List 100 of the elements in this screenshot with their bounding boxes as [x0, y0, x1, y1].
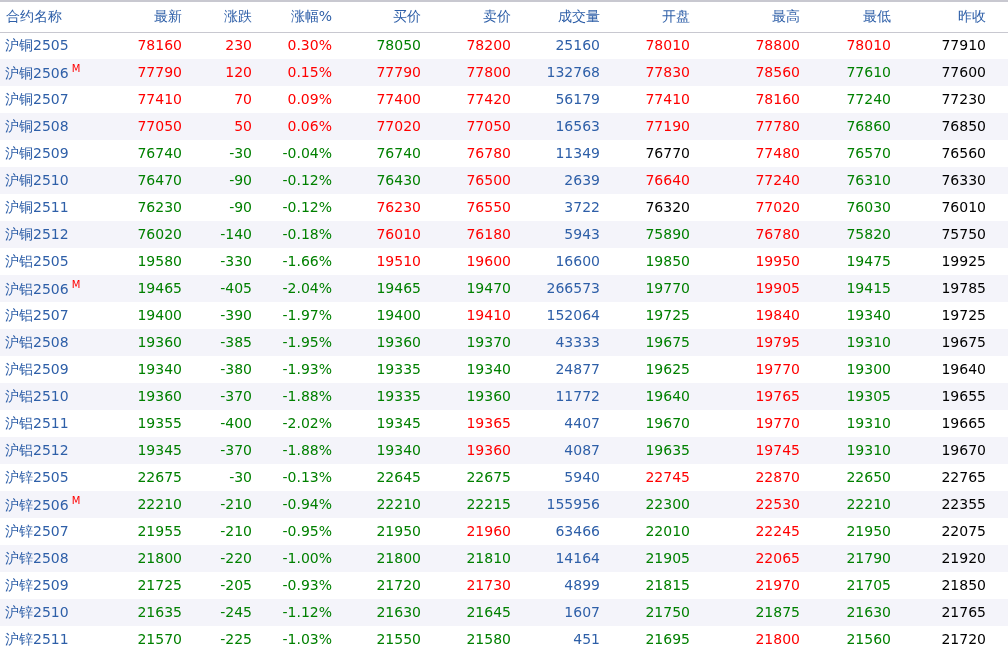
table-cell: 16563: [555, 118, 600, 134]
table-cell: 21705: [846, 577, 891, 593]
table-cell: 132768: [546, 64, 600, 80]
table-cell: 19370: [466, 334, 511, 350]
table-cell: 21955: [137, 523, 182, 539]
table-cell: -1.88%: [282, 388, 332, 404]
table-cell: 78050: [376, 37, 421, 54]
table-cell: 21630: [376, 604, 421, 620]
contract-name[interactable]: 沪锌2507: [5, 523, 69, 539]
table-cell: 21570: [137, 631, 182, 647]
column-header[interactable]: 合约名称: [0, 1, 125, 32]
table-cell: 21800: [755, 631, 800, 647]
table-cell: 63466: [555, 523, 600, 539]
table-cell: 76570: [846, 145, 891, 161]
column-header[interactable]: 涨跌: [188, 1, 258, 32]
table-cell: -1.88%: [282, 442, 332, 458]
table-cell: 22210: [137, 496, 182, 512]
table-cell: 19345: [376, 415, 421, 431]
main-contract-marker: M: [71, 63, 81, 74]
table-cell: 78010: [645, 37, 690, 54]
table-cell: -205: [220, 577, 252, 593]
table-cell: 25160: [555, 37, 600, 54]
contract-name[interactable]: 沪铜2505: [5, 37, 69, 54]
contract-name[interactable]: 沪铜2511: [5, 199, 69, 215]
contract-name[interactable]: 沪铝2505: [5, 253, 69, 269]
column-header[interactable]: 最低: [806, 1, 897, 32]
table-cell: 19655: [941, 388, 986, 404]
table-cell: 77050: [466, 118, 511, 134]
table-cell: -0.12%: [282, 172, 332, 188]
table-cell: 266573: [546, 280, 600, 296]
main-contract-marker: M: [71, 495, 81, 506]
table-cell: -225: [220, 631, 252, 647]
table-cell: -370: [220, 388, 252, 404]
contract-name[interactable]: 沪铝2507: [5, 307, 69, 323]
column-header[interactable]: 昨收: [897, 1, 1008, 32]
table-cell: 0.30%: [287, 37, 332, 54]
table-cell: 1607: [564, 604, 600, 620]
contract-name[interactable]: 沪锌2505: [5, 469, 69, 485]
table-cell: 76860: [846, 118, 891, 134]
table-cell: 5940: [564, 469, 600, 485]
table-cell: 21580: [466, 631, 511, 647]
table-cell: 77790: [376, 64, 421, 80]
table-cell: 76470: [137, 172, 182, 188]
table-cell: 76330: [941, 172, 986, 188]
table-cell: 75750: [941, 226, 986, 242]
table-cell: 21960: [466, 523, 511, 539]
table-cell: 78160: [137, 37, 182, 54]
table-cell: -210: [220, 496, 252, 512]
table-cell: 19360: [466, 442, 511, 458]
table-cell: 19360: [137, 334, 182, 350]
table-cell: -2.02%: [282, 415, 332, 431]
table-cell: 78160: [755, 91, 800, 107]
table-cell: -220: [220, 550, 252, 566]
contract-name[interactable]: 沪锌2509: [5, 577, 69, 593]
table-cell: 22075: [941, 523, 986, 539]
table-cell: 77480: [755, 145, 800, 161]
table-cell: -400: [220, 415, 252, 431]
table-cell: 22650: [846, 469, 891, 485]
table-cell: 11349: [555, 145, 600, 161]
table-cell: 19725: [645, 307, 690, 323]
table-cell: 19465: [376, 280, 421, 296]
table-cell: 76310: [846, 172, 891, 188]
table-cell: 24877: [555, 361, 600, 377]
column-header[interactable]: 成交量: [517, 1, 606, 32]
table-cell: 3722: [564, 199, 600, 215]
table-cell: 77410: [137, 91, 182, 107]
column-header[interactable]: 涨幅%: [258, 1, 338, 32]
contract-name[interactable]: 沪铜2509: [5, 145, 69, 161]
contract-name[interactable]: 沪锌2506: [5, 497, 69, 513]
table-cell: 19665: [941, 415, 986, 431]
table-cell: 21815: [645, 577, 690, 593]
table-cell: 19305: [846, 388, 891, 404]
contract-name[interactable]: 沪铜2506: [5, 65, 69, 81]
table-cell: 19670: [941, 442, 986, 458]
column-header[interactable]: 开盘: [606, 1, 696, 32]
table-cell: -370: [220, 442, 252, 458]
table-cell: 22530: [755, 496, 800, 512]
contract-name[interactable]: 沪铝2511: [5, 415, 69, 431]
column-header[interactable]: 最高: [696, 1, 806, 32]
table-cell: 78010: [846, 37, 891, 54]
table-cell: 4087: [564, 442, 600, 458]
contract-name[interactable]: 沪铝2506: [5, 281, 69, 297]
table-cell: 50: [234, 118, 252, 134]
table-cell: 19340: [846, 307, 891, 323]
table-cell: 19300: [846, 361, 891, 377]
table-cell: 21970: [755, 577, 800, 593]
table-cell: 22645: [376, 469, 421, 485]
column-header[interactable]: 卖价: [427, 1, 517, 32]
table-cell: 4899: [564, 577, 600, 593]
contract-name[interactable]: 沪铜2507: [5, 91, 69, 107]
table-cell: 19850: [645, 253, 690, 269]
contract-name[interactable]: 沪锌2511: [5, 631, 69, 647]
table-cell: 76560: [941, 145, 986, 161]
column-header[interactable]: 买价: [338, 1, 427, 32]
contract-name[interactable]: 沪铝2509: [5, 361, 69, 377]
table-cell: 21920: [941, 550, 986, 566]
column-header[interactable]: 最新: [125, 1, 188, 32]
table-cell: 19670: [645, 415, 690, 431]
table-cell: -1.03%: [282, 631, 332, 647]
table-cell: 77230: [941, 91, 986, 107]
